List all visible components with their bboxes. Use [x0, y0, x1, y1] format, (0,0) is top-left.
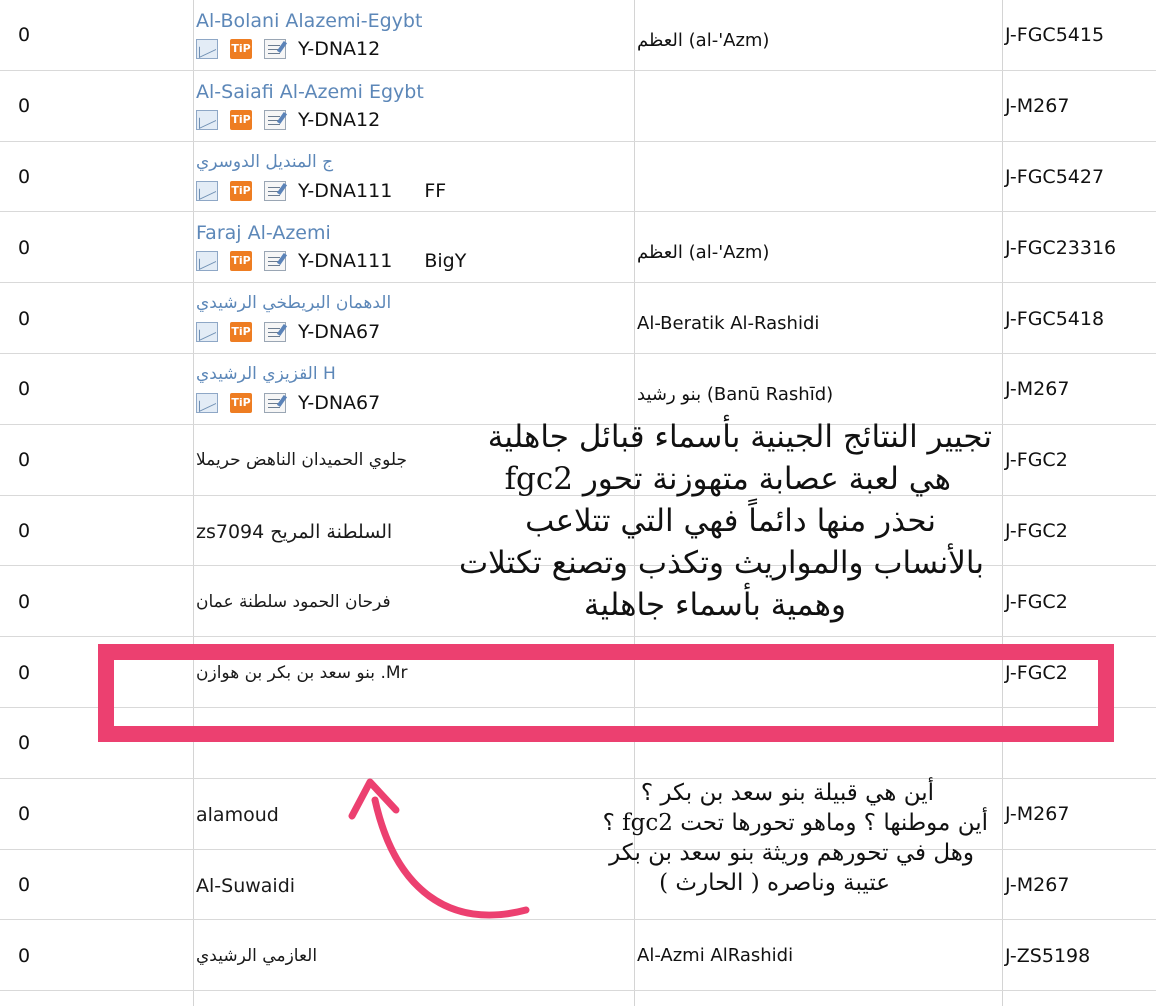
annotation-line: بالأنساب والمواريث وتكذب وتصنع تكتلات [459, 545, 984, 581]
kit-type: Y-DNA111 [298, 250, 393, 273]
table-row: 0 العازمي الرشيدي Al-Azmi AlRashidi J-ZS519… [0, 920, 1156, 992]
row-score: 0 [18, 449, 31, 472]
kit-name: جلوي الحميدان الناهض حريملا [196, 450, 407, 471]
table-row: 0 الدهمان البريطخي الرشيدي TiP Y-DNA67 Al-Be… [0, 283, 1156, 354]
row-score: 0 [18, 873, 31, 896]
note-icon[interactable] [264, 393, 286, 413]
kit-name-link[interactable]: القزيزي الرشيدي H [196, 366, 336, 383]
row-score: 0 [18, 236, 31, 259]
annotation-line: هي لعبة عصابة متهوزنة تحور fgc2 [504, 461, 951, 497]
kit-upgrade: FF [424, 179, 447, 202]
kit-name: Al-Suwaidi [196, 874, 296, 897]
row-score: 0 [18, 95, 31, 118]
annotation-line: وهل في تحورهم وريثة بنو سعد بن بكر [609, 840, 974, 866]
note-icon[interactable] [264, 322, 286, 343]
haplogroup: J-M267 [1005, 803, 1070, 826]
haplogroup: J-FGC5418 [1005, 307, 1105, 330]
kit-type: Y-DNA12 [298, 108, 381, 131]
kit-tools: TiP Y-DNA12 [196, 38, 380, 60]
kit-type: Y-DNA111 [298, 179, 393, 202]
table-row: 0 Al-Bolani Alazemi-Egybt TiP Y-DNA12 العظم … [0, 0, 1156, 71]
row-score: 0 [18, 519, 31, 542]
paternal-ancestry: Al-Beratik Al-Rashidi [637, 313, 820, 335]
row-score: 0 [18, 944, 31, 967]
kit-name: zs7094 السلطنة المريح [196, 520, 393, 543]
highlight-box [98, 644, 1114, 742]
kit-name-link[interactable]: Faraj Al-Azemi [196, 224, 331, 243]
paternal-ancestry: Al-Azmi AlRashidi [637, 944, 794, 966]
kit-tools: TiP Y-DNA111 FF [196, 180, 446, 202]
haplogroup: J-M267 [1005, 95, 1070, 118]
note-icon[interactable] [264, 39, 286, 59]
tip-icon[interactable]: TiP [230, 180, 252, 201]
kit-type: Y-DNA67 [298, 321, 381, 344]
annotation-line: أين هي قبيلة بنو سعد بن بكر ؟ [640, 780, 934, 806]
table-row: 0 القزيزي الرشيدي H TiP Y-DNA67 بنو رشيد (Ba… [0, 354, 1156, 425]
row-score: 0 [18, 378, 31, 401]
row-score: 0 [18, 307, 31, 330]
arrow-curve [371, 796, 530, 919]
kit-name-link[interactable]: Al-Bolani Alazemi-Egybt [196, 12, 422, 31]
haplogroup: J-FGC2 [1005, 449, 1068, 472]
note-icon[interactable] [264, 251, 286, 272]
haplogroup: J-FGC23316 [1005, 236, 1117, 259]
table-row: 0 ج المنديل الدوسري TiP Y-DNA111 FF J-FGC5427 [0, 142, 1156, 213]
kit-type: Y-DNA12 [298, 38, 381, 60]
haplogroup: J-M267 [1005, 378, 1070, 401]
paternal-ancestry: العظم (al-'Azm) [637, 242, 770, 264]
row-score: 0 [18, 590, 31, 613]
note-icon[interactable] [264, 180, 286, 201]
tip-icon[interactable]: TiP [230, 322, 252, 343]
tip-icon[interactable]: TiP [230, 393, 252, 413]
kit-name: العازمي الرشيدي [196, 945, 318, 966]
kit-name-link[interactable]: ج المنديل الدوسري [196, 153, 333, 171]
mail-icon[interactable] [196, 109, 218, 130]
paternal-ancestry: بنو رشيد (Banū Rashīd) [637, 384, 834, 405]
row-score: 0 [18, 732, 31, 755]
kit-upgrade: BigY [424, 250, 467, 273]
row-score: 0 [18, 803, 31, 826]
table-row: 0 Faraj Al-Azemi TiP Y-DNA111 BigY العظم (al-… [0, 212, 1156, 284]
row-score: 0 [18, 24, 31, 47]
mail-icon[interactable] [196, 393, 218, 413]
kit-tools: TiP Y-DNA67 [196, 392, 380, 414]
annotation-line: نحذر منها دائماً فهي التي تتلاعب [525, 503, 936, 539]
haplogroup: J-M267 [1005, 873, 1070, 896]
annotation-line: وهمية بأسماء جاهلية [583, 587, 846, 623]
arrow-annotation [348, 778, 530, 919]
paternal-ancestry: العظم (al-'Azm) [637, 30, 770, 51]
tip-icon[interactable]: TiP [230, 39, 252, 59]
tip-icon[interactable]: TiP [230, 109, 252, 130]
haplogroup: J-ZS5198 [1005, 944, 1091, 967]
annotation-line: تجيير النتائج الجينية بأسماء قبائل جاهلي… [487, 419, 992, 455]
mail-icon[interactable] [196, 39, 218, 59]
table-row: 0 Al-Suwaidi J-M267 [0, 850, 1156, 921]
haplogroup: J-FGC5427 [1005, 165, 1105, 188]
kit-name: alamoud [196, 804, 279, 827]
kit-type: Y-DNA67 [298, 392, 381, 414]
row-score: 0 [18, 661, 31, 684]
table-row: 0 Al-Saiafi Al-Azemi Egybt TiP Y-DNA12 J-M26… [0, 71, 1156, 142]
haplogroup: J-FGC5415 [1005, 24, 1105, 47]
row-divider [0, 990, 1156, 992]
annotation-line: عتيبة وناصره ( الحارث ) [659, 870, 890, 896]
row-score: 0 [18, 165, 31, 188]
kit-tools: TiP Y-DNA12 [196, 109, 380, 131]
mail-icon[interactable] [196, 322, 218, 343]
note-icon[interactable] [264, 109, 286, 130]
kit-name: فرحان الحمود سلطنة عمان [196, 591, 391, 612]
mail-icon[interactable] [196, 251, 218, 272]
annotation-line: أين موطنها ؟ وماهو تحورها تحت fgc2 ؟ [602, 810, 988, 836]
kit-tools: TiP Y-DNA67 [196, 321, 380, 343]
kit-tools: TiP Y-DNA111 BigY [196, 250, 466, 272]
kit-name-link[interactable]: Al-Saiafi Al-Azemi Egybt [196, 82, 424, 102]
haplogroup: J-FGC2 [1005, 590, 1068, 613]
haplogroup: J-FGC2 [1005, 519, 1068, 542]
kit-name-link[interactable]: الدهمان البريطخي الرشيدي [196, 295, 391, 312]
tip-icon[interactable]: TiP [230, 251, 252, 272]
mail-icon[interactable] [196, 180, 218, 201]
